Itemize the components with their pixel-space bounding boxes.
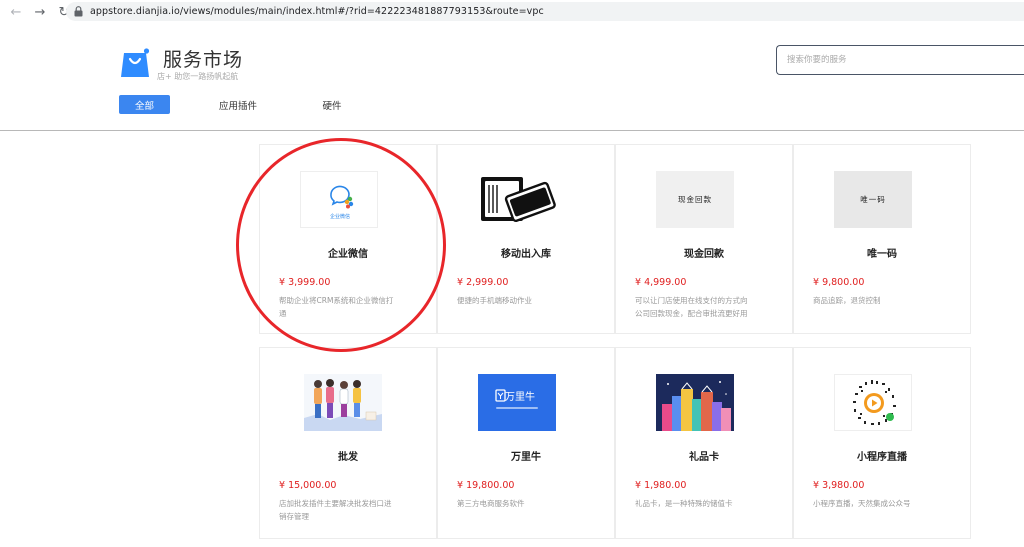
app-store-page: ← → ↻ appstore.dianjia.io/views/modules/… bbox=[0, 0, 1024, 547]
product-desc: 可以让门店使用在线支付的方式向公司回款现金，配合审批流更好用 bbox=[635, 296, 748, 318]
product-desc: 小程序直播，天然集成公众号 bbox=[813, 499, 911, 508]
brand-slogan: 店+ 助您一路扬帆起航 bbox=[157, 72, 239, 81]
tab-hardware[interactable]: 硬件 bbox=[314, 95, 350, 114]
product-price: ¥ 15,000.00 bbox=[279, 480, 337, 491]
shopping-bag-logo-icon[interactable] bbox=[120, 46, 150, 78]
product-card-gift-card[interactable]: 礼品卡 ¥ 1,980.00 礼品卡，是一种特殊的储值卡 bbox=[615, 347, 793, 539]
product-desc: 帮助企业将CRM系统和企业微信打通 bbox=[279, 296, 394, 318]
product-name: 移动出入库 bbox=[501, 249, 551, 260]
back-icon[interactable]: ← bbox=[6, 2, 26, 22]
service-search-input[interactable] bbox=[776, 45, 1024, 75]
tab-app-plugins[interactable]: 应用插件 bbox=[210, 95, 266, 114]
product-price: ¥ 1,980.00 bbox=[635, 480, 687, 491]
product-name: 现金回款 bbox=[684, 249, 724, 260]
product-price: ¥ 19,800.00 bbox=[457, 480, 515, 491]
product-price: ¥ 9,800.00 bbox=[813, 277, 865, 288]
product-card-unique-code[interactable]: 唯一码 唯一码 ¥ 9,800.00 商品追踪，退货控制 bbox=[793, 144, 971, 334]
product-name: 唯一码 bbox=[867, 249, 897, 260]
product-name: 礼品卡 bbox=[689, 452, 719, 463]
unique-code-text-icon: 唯一码 bbox=[834, 171, 912, 228]
product-card-wework[interactable]: 企业微信 企业微信 ¥ 3,999.00 帮助企业将CRM系统和企业微信打通 bbox=[259, 144, 437, 334]
wework-thumb-label: 企业微信 bbox=[330, 213, 350, 220]
product-name: 万里牛 bbox=[511, 452, 541, 463]
lock-icon bbox=[74, 6, 83, 17]
product-price: ¥ 3,980.00 bbox=[813, 480, 865, 491]
product-card-cash-collection[interactable]: 现金回款 现金回款 ¥ 4,999.00 可以让门店使用在线支付的方式向公司回款… bbox=[615, 144, 793, 334]
wanliniu-thumb-label: 万里牛 bbox=[505, 390, 535, 403]
wework-logo-icon: 企业微信 bbox=[300, 171, 378, 228]
product-desc: 便捷的手机端移动作业 bbox=[457, 296, 532, 305]
cash-text-icon: 现金回款 bbox=[656, 171, 734, 228]
unique-code-thumb-label: 唯一码 bbox=[860, 195, 886, 204]
product-price: ¥ 3,999.00 bbox=[279, 277, 331, 288]
url-text: appstore.dianjia.io/views/modules/main/i… bbox=[90, 6, 544, 17]
product-desc: 店加批发插件主要解决批发档口进销存管理 bbox=[279, 499, 392, 521]
address-bar[interactable]: appstore.dianjia.io/views/modules/main/i… bbox=[66, 2, 1024, 21]
wholesale-people-icon bbox=[304, 374, 382, 431]
cash-thumb-label: 现金回款 bbox=[678, 195, 712, 204]
brand-title: 服务市场 bbox=[163, 49, 244, 71]
product-name: 企业微信 bbox=[328, 249, 368, 260]
card-scanner-icon bbox=[478, 171, 556, 228]
miniprogram-qr-icon bbox=[834, 374, 912, 431]
product-price: ¥ 4,999.00 bbox=[635, 277, 687, 288]
product-card-wanliniu[interactable]: 万里牛 万里牛 ¥ 19,800.00 第三方电商服务软件 bbox=[437, 347, 615, 539]
product-desc: 礼品卡，是一种特殊的储值卡 bbox=[635, 499, 733, 508]
product-card-mini-program-live[interactable]: 小程序直播 ¥ 3,980.00 小程序直播，天然集成公众号 bbox=[793, 347, 971, 539]
product-desc: 商品追踪，退货控制 bbox=[813, 296, 881, 305]
browser-toolbar: ← → ↻ appstore.dianjia.io/views/modules/… bbox=[0, 0, 1024, 24]
product-card-mobile-inventory[interactable]: 移动出入库 ¥ 2,999.00 便捷的手机端移动作业 bbox=[437, 144, 615, 334]
product-price: ¥ 2,999.00 bbox=[457, 277, 509, 288]
product-desc: 第三方电商服务软件 bbox=[457, 499, 525, 508]
product-name: 小程序直播 bbox=[857, 452, 907, 463]
header-divider bbox=[0, 130, 1024, 131]
tab-all[interactable]: 全部 bbox=[119, 95, 170, 114]
product-name: 批发 bbox=[338, 452, 358, 463]
product-card-wholesale[interactable]: 批发 ¥ 15,000.00 店加批发插件主要解决批发档口进销存管理 bbox=[259, 347, 437, 539]
gift-card-icon bbox=[656, 374, 734, 431]
wanliniu-logo-icon: 万里牛 bbox=[478, 374, 556, 431]
forward-icon[interactable]: → bbox=[30, 2, 50, 22]
